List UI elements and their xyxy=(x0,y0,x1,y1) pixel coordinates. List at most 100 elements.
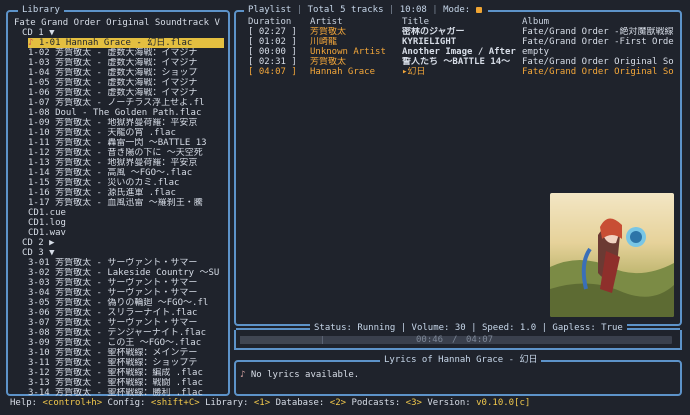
library-track-item[interactable]: 3-09 芳賀敬太 - この王 〜FGO〜.flac xyxy=(14,338,224,348)
playlist-pane[interactable]: Playlist | Total 5 tracks | 10:08 | Mode… xyxy=(234,5,682,326)
library-track-item[interactable]: 1-07 芳賀敬太 - ノーチラス浮上せよ.fl xyxy=(14,98,224,108)
library-track-item[interactable]: 3-08 芳賀敬太 - デンジャーナイト.flac xyxy=(14,328,224,338)
library-track-item[interactable]: 1-08 Doul - The Golden Path.flac xyxy=(14,108,224,118)
library-selected-label: 1-01 Hannah Grace - 幻日.flac xyxy=(38,38,193,48)
playlist-row[interactable]: [ 02:31 ] 芳賀敬太 誓人たち 〜BATTLE 14〜 Fate/Grand … xyxy=(246,57,674,67)
library-title: Library xyxy=(18,5,64,15)
footer-bar: Help: <control+h> Config: <shift+C> Libr… xyxy=(10,398,684,410)
library-track-item[interactable]: 1-04 芳賀敬太 - 虚数大海戦：ショップ xyxy=(14,68,224,78)
library-cd3[interactable]: CD 3 ▼ xyxy=(14,248,224,258)
lyrics-pane: Lyrics of Hannah Grace - 幻日 ♪ No lyrics … xyxy=(234,355,682,396)
playlist-cell-title: Another Image / After xyxy=(402,47,516,57)
library-track-item[interactable]: 3-12 芳賀敬太 - 聖杯戦線：編成 .flac xyxy=(14,368,224,378)
playlist-cell-artist: 川崎龍 xyxy=(310,37,338,47)
library-selected-track[interactable]: ♪ 1-01 Hannah Grace - 幻日.flac xyxy=(28,38,224,48)
library-track-item[interactable]: 1-10 芳賀敬太 - 天龍の宵 .flac xyxy=(14,128,224,138)
library-track-item[interactable]: 1-17 芳賀敬太 - 血風迅雷 〜羅刹王・騰 xyxy=(14,198,224,208)
library-file-item[interactable]: CD1.cue xyxy=(14,208,224,218)
playlist-cell-title: 誓人たち 〜BATTLE 14〜 xyxy=(402,57,511,67)
playlist-row[interactable]: [ 00:00 ] Unknown Artist Another Image / A… xyxy=(246,47,674,57)
playlist-cell-artist: 芳賀敬太 xyxy=(310,27,347,37)
library-track-item[interactable]: 1-11 芳賀敬太 - 轟雷一閃 〜BATTLE 13 xyxy=(14,138,224,148)
playlist-total: Total 5 tracks xyxy=(307,5,384,15)
library-track-item[interactable]: 1-03 芳賀敬太 - 虚数大海戦：イマジナ xyxy=(14,58,224,68)
playlist-mode: Mode: xyxy=(443,5,471,15)
library-file-list: CD1.cue CD1.log CD1.wav xyxy=(14,208,224,238)
footer-podcasts-key[interactable]: <3> xyxy=(406,398,422,408)
playlist-cell-duration: [ 02:31 ] xyxy=(248,57,297,67)
footer-help-key[interactable]: <control+h> xyxy=(43,398,103,408)
library-cd1[interactable]: CD 1 ▼ xyxy=(14,28,224,38)
library-track-item[interactable]: 3-11 芳賀敬太 - 聖杯戦線：ショップテ xyxy=(14,358,224,368)
progress-fill xyxy=(240,336,324,344)
playlist-cell-album: empty xyxy=(522,47,550,57)
playlist-row[interactable]: [ 01:02 ] 川崎龍 KYRIELIGHT Fate/Grand Order -… xyxy=(246,37,674,47)
library-track-item[interactable]: 3-03 芳賀敬太 - サーヴァント・サマー xyxy=(14,278,224,288)
library-track-item[interactable]: 3-01 芳賀敬太 - サーヴァント・サマー xyxy=(14,258,224,268)
playlist-cell-artist: 芳賀敬太 xyxy=(310,57,347,67)
footer-help-label: Help: xyxy=(10,398,38,408)
progress-elapsed: 00:46 xyxy=(416,335,444,345)
footer-database-label: Database: xyxy=(275,398,325,408)
footer-config-key[interactable]: <shift+C> xyxy=(151,398,200,408)
playlist-row[interactable]: [ 02:27 ] 芳賀敬太 密林のジャガー Fate/Grand Order -絶対… xyxy=(246,27,674,37)
playlist-col-duration: Duration xyxy=(248,17,292,27)
library-track-item[interactable]: 1-12 芳賀敬太 - 昔き陽の下に 〜天空死 xyxy=(14,148,224,158)
lyrics-text: No lyrics available. xyxy=(250,370,360,380)
library-cd1-list: 1-02 芳賀敬太 - 虚数大海戦：イマジナ 1-03 芳賀敬太 - 虚数大海戦：… xyxy=(14,48,224,208)
playlist-title: Playlist xyxy=(248,5,292,15)
album-art xyxy=(550,193,674,317)
library-cd3-list: 3-01 芳賀敬太 - サーヴァント・サマー 3-02 芳賀敬太 - Lakesi… xyxy=(14,258,224,398)
playlist-cell-artist: Hannah Grace xyxy=(310,67,376,77)
status-pane: Status: Running | Volume: 30 | Speed: 1.… xyxy=(234,323,682,350)
playlist-col-artist: Artist xyxy=(310,17,343,27)
playlist-cell-duration: [ 00:00 ] xyxy=(248,47,297,57)
library-track-item[interactable]: 1-15 芳賀敬太 - 災いのカミ.flac xyxy=(14,178,224,188)
footer-version-value: v0.10.0[c] xyxy=(476,398,531,408)
playlist-header-row: Duration Artist Title Album xyxy=(246,17,674,27)
library-track-item[interactable]: 1-09 芳賀敬太 - 地獄界曼荷羅：平安京 xyxy=(14,118,224,128)
footer-database-key[interactable]: <2> xyxy=(330,398,346,408)
playlist-cell-duration: [ 02:27 ] xyxy=(248,27,297,37)
playlist-time: 10:08 xyxy=(399,5,427,15)
library-track-item[interactable]: 1-14 芳賀敬太 - 高風 〜FGO〜.flac xyxy=(14,168,224,178)
library-cd2[interactable]: CD 2 ▶ xyxy=(14,238,224,248)
playlist-cell-title: ▸幻日 xyxy=(402,67,426,77)
status-text: Status: Running | Volume: 30 | Speed: 1.… xyxy=(310,323,627,333)
library-track-item[interactable]: 1-16 芳賀敬太 - 源氏進軍 .flac xyxy=(14,188,224,198)
library-track-item[interactable]: 3-06 芳賀敬太 - スリラーナイト.flac xyxy=(14,308,224,318)
playlist-cell-artist: Unknown Artist xyxy=(310,47,386,57)
library-track-item[interactable]: 3-10 芳賀敬太 - 聖杯戦線：メインテー xyxy=(14,348,224,358)
playlist-cell-duration: [ 04:07 ] xyxy=(248,67,297,77)
lyrics-line: ♪ No lyrics available. xyxy=(240,370,359,380)
library-track-item[interactable]: 1-05 芳賀敬太 - 虚数大海戦：イマジナ xyxy=(14,78,224,88)
playlist-cell-duration: [ 01:02 ] xyxy=(248,37,297,47)
library-album-header[interactable]: Fate Grand Order Original Soundtrack V ▼ xyxy=(14,18,224,28)
library-track-item[interactable]: 1-06 芳賀敬太 - 虚数大海戦：イマジナ xyxy=(14,88,224,98)
playlist-titlebar: Playlist | Total 5 tracks | 10:08 | Mode… xyxy=(244,5,488,15)
library-file-item[interactable]: CD1.log xyxy=(14,218,224,228)
playlist-row[interactable]: [ 04:07 ] Hannah Grace ▸幻日 Fate/Grand Order… xyxy=(246,67,674,77)
footer-config-label: Config: xyxy=(107,398,146,408)
mode-icon[interactable] xyxy=(475,6,482,13)
library-track-item[interactable]: 3-04 芳賀敬太 - サーヴァント・サマー xyxy=(14,288,224,298)
library-track-item[interactable]: 1-02 芳賀敬太 - 虚数大海戦：イマジナ xyxy=(14,48,224,58)
lyrics-title: Lyrics of Hannah Grace - 幻日 xyxy=(380,355,542,365)
library-track-item[interactable]: 3-05 芳賀敬太 - 偽りの輪廻 〜FGO〜.fl xyxy=(14,298,224,308)
playlist-cell-album: Fate/Grand Order Original Soundt xyxy=(522,67,674,77)
playlist-cell-title: 密林のジャガー xyxy=(402,27,465,37)
progress-total: 04:07 xyxy=(466,335,494,345)
library-file-item[interactable]: CD1.wav xyxy=(14,228,224,238)
library-track-item[interactable]: 3-02 芳賀敬太 - Lakeside Country 〜SU xyxy=(14,268,224,278)
library-track-item[interactable]: 3-07 芳賀敬太 - サーヴァント・サマー xyxy=(14,318,224,328)
progress-bar[interactable]: 00:46 / 04:07 xyxy=(240,335,672,345)
footer-library-key[interactable]: <1> xyxy=(254,398,270,408)
library-pane[interactable]: Library Fate Grand Order Original Soundt… xyxy=(6,5,230,398)
lyrics-note-icon: ♪ xyxy=(240,370,246,380)
library-track-item[interactable]: 1-13 芳賀敬太 - 地獄界曼荷羅：平安京 xyxy=(14,158,224,168)
library-track-item[interactable]: 3-14 芳賀敬太 - 聖杯戦線：勝利 .flac xyxy=(14,388,224,398)
playlist-cell-album: Fate/Grand Order -絶対魔獣戦線バ xyxy=(522,27,674,37)
playlist-col-title: Title xyxy=(402,17,430,27)
library-track-item[interactable]: 3-13 芳賀敬太 - 聖杯戦線：戦闘 .flac xyxy=(14,378,224,388)
playlist-col-album: Album xyxy=(522,17,550,27)
